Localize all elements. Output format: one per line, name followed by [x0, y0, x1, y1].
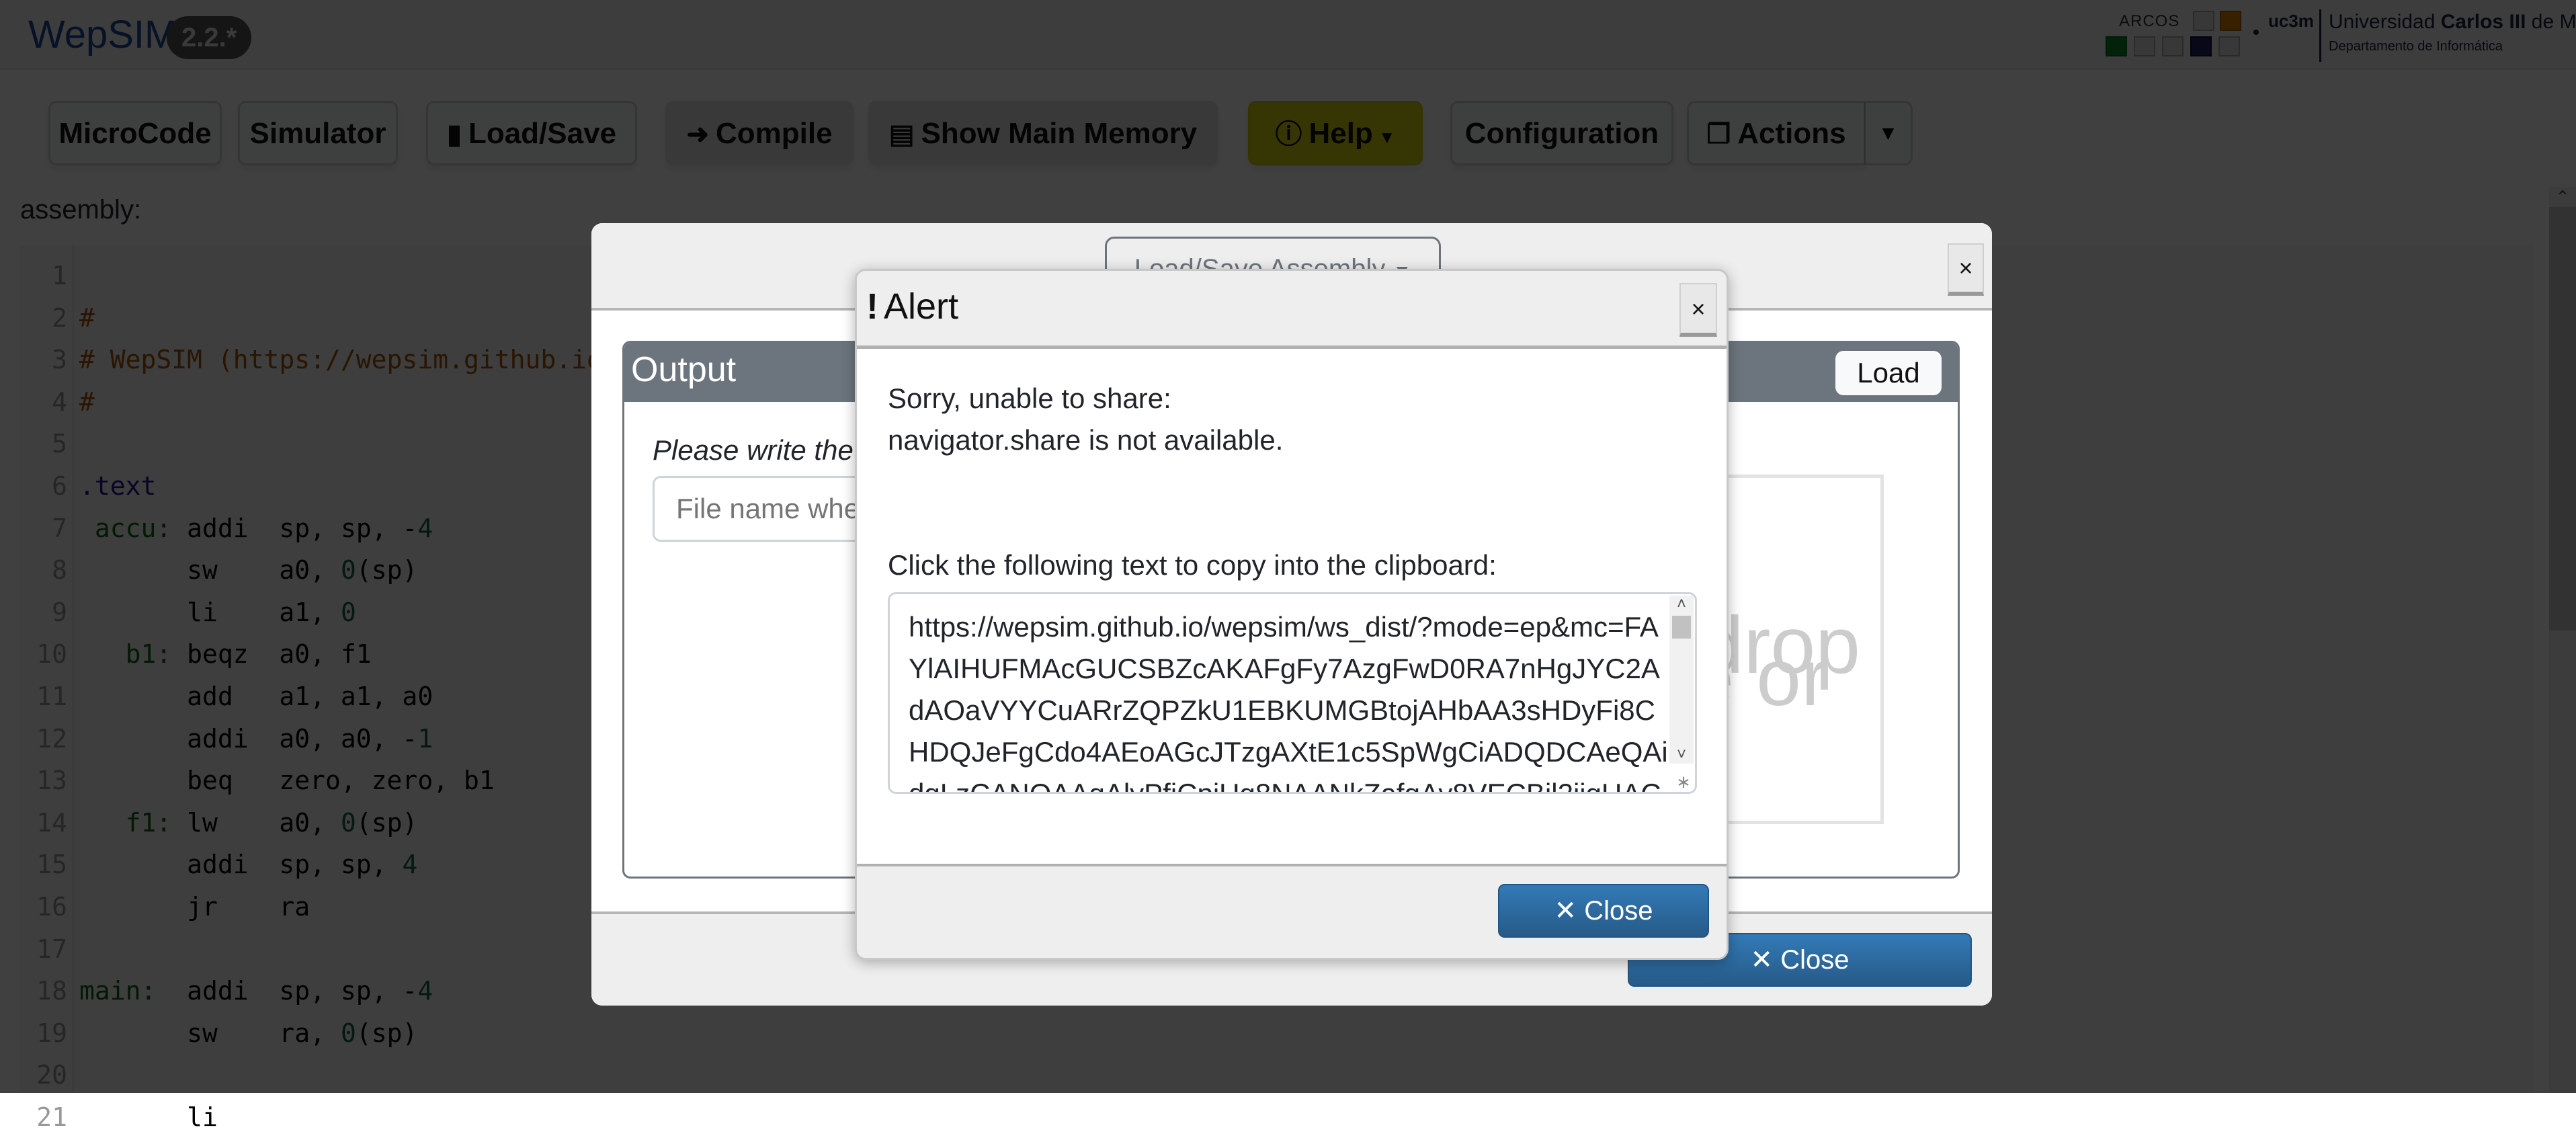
share-url-text[interactable]: https://wepsim.github.io/wepsim/ws_dist/…	[909, 606, 1668, 792]
alert-title-text: Alert	[883, 286, 959, 327]
alert-modal-footer: ✕ Close	[857, 864, 1727, 958]
alert-message-line2: navigator.share is not available.	[888, 424, 1284, 456]
textarea-scrollbar[interactable]: ˄ ˅	[1669, 596, 1694, 764]
chevron-down-icon[interactable]: ˅	[1669, 746, 1694, 764]
loadsave-modal-close-x[interactable]: ×	[1948, 243, 1984, 296]
alert-close-button[interactable]: ✕ Close	[1498, 884, 1709, 938]
line-source: li	[79, 1096, 218, 1138]
textarea-scrollbar-thumb[interactable]	[1672, 616, 1691, 639]
load-button[interactable]: Load	[1835, 351, 1942, 395]
resize-handle-icon[interactable]: ∗	[1675, 773, 1692, 790]
exclamation-icon: !	[866, 286, 878, 327]
code-line[interactable]: 21 li	[20, 1096, 2507, 1138]
alert-message-line1: Sorry, unable to share:	[888, 382, 1171, 414]
copy-instruction: Click the following text to copy into th…	[888, 549, 1497, 581]
times-icon: ✕	[1554, 896, 1577, 926]
chevron-up-icon[interactable]: ˄	[1669, 596, 1694, 613]
times-icon: ×	[1958, 254, 1973, 282]
share-url-textarea[interactable]: https://wepsim.github.io/wepsim/ws_dist/…	[888, 592, 1697, 794]
line-number: 21	[36, 1102, 67, 1132]
alert-modal: ! Alert × Sorry, unable to share: navigat…	[855, 269, 1729, 960]
code-token: li	[79, 1102, 218, 1132]
close-label: Close	[1584, 896, 1653, 926]
times-icon: ×	[1691, 295, 1706, 323]
times-icon: ✕	[1750, 945, 1774, 975]
alert-title: ! Alert	[866, 286, 958, 327]
alert-close-x[interactable]: ×	[1679, 283, 1717, 337]
alert-modal-header: ! Alert ×	[857, 271, 1727, 349]
close-label: Close	[1780, 945, 1850, 975]
output-card-title: Output	[631, 350, 737, 389]
